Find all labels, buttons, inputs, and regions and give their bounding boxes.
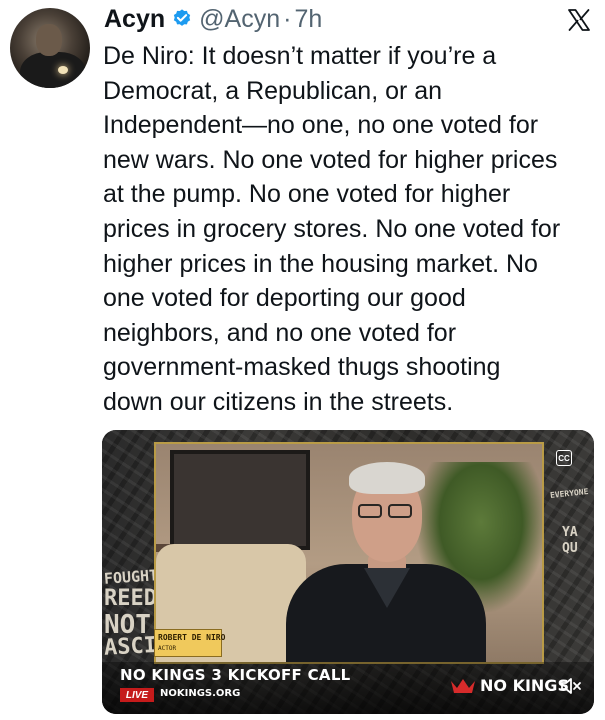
brand-text: NO KINGS (480, 676, 569, 695)
event-title: NO KINGS 3 KICKOFF CALL (120, 666, 351, 684)
verified-badge-icon (171, 8, 193, 30)
poster-word: YA (562, 525, 578, 540)
author-handle[interactable]: @Acyn (199, 5, 280, 34)
x-logo-icon[interactable] (567, 8, 591, 32)
site-url: NOKINGS.ORG (160, 688, 241, 699)
post-time[interactable]: 7h (294, 5, 322, 34)
author-name[interactable]: Acyn (104, 5, 165, 34)
live-badge: LIVE (120, 688, 154, 702)
cc-icon[interactable]: CC (556, 450, 572, 466)
avatar-light (58, 66, 68, 74)
lower-third-role: ACTOR (158, 645, 177, 652)
brand-logo: NO KINGS (450, 676, 569, 695)
video-player[interactable]: FOUGHT REEDO NOT ASCIS EVERYONE YA QU RO… (102, 430, 594, 714)
avatar-figure (20, 52, 86, 88)
poster-word: FOUGHT (103, 566, 159, 588)
lower-third-name: ROBERT DE NIRO (158, 633, 226, 642)
speaker-muted-icon[interactable] (560, 676, 582, 696)
poster-word: QU (562, 541, 578, 556)
avatar[interactable] (10, 8, 90, 88)
crown-icon (451, 678, 475, 693)
speaker-glasses (358, 504, 416, 518)
lower-third: ROBERT DE NIRO ACTOR (154, 629, 226, 657)
speaker-hair (349, 462, 425, 494)
meta-separator: · (283, 4, 292, 33)
avatar-head (36, 24, 62, 56)
tweet-header: Acyn @Acyn · 7h (104, 4, 322, 34)
background-tv (170, 450, 310, 550)
tweet-text: De Niro: It doesn’t matter if you’re a D… (103, 42, 561, 416)
